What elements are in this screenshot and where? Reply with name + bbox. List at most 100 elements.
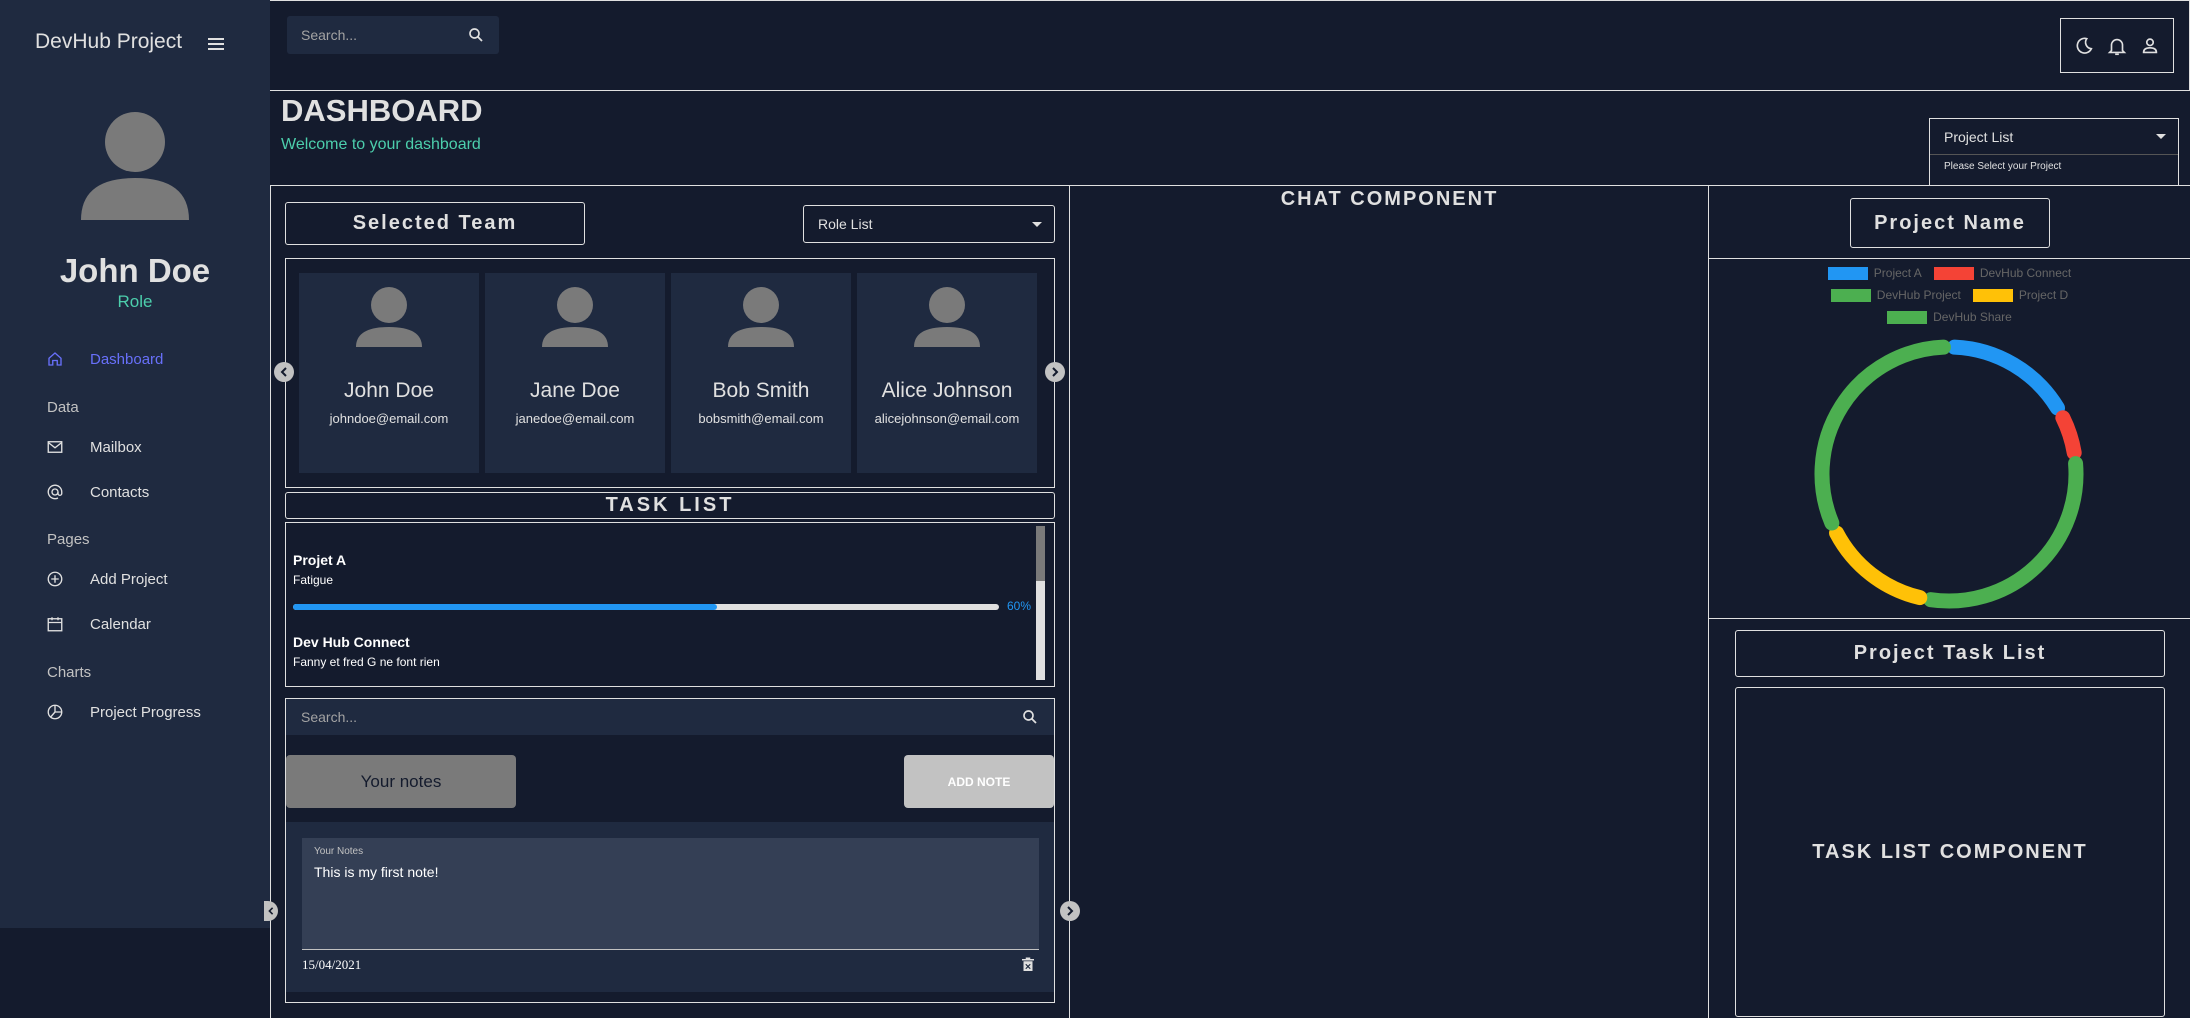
role-list-select[interactable]: Role List [803,205,1055,243]
team-member-card[interactable]: Bob Smith bobsmith@email.com [671,273,851,473]
team-member-card[interactable]: Jane Doe janedoe@email.com [485,273,665,473]
bell-icon[interactable] [2106,35,2128,57]
progress-fill [293,604,717,610]
chevron-down-icon [1032,222,1042,227]
selected-team-title: Selected Team [285,202,585,245]
carousel-next-button[interactable] [1045,362,1065,382]
page-subtitle: Welcome to your dashboard [281,136,481,153]
notes-search-input[interactable] [301,709,981,725]
project-select-helper: Please Select your Project [1944,161,2062,172]
sidebar-item-mailbox[interactable]: Mailbox [46,432,142,462]
sidebar-section-pages: Pages [47,531,90,548]
chevron-left-icon [268,907,274,915]
chevron-left-icon [280,367,287,377]
topbar-search [287,16,499,54]
carousel-prev-button[interactable] [274,362,294,382]
legend-item[interactable]: DevHub Connect [1933,266,2072,280]
chart-legend: Project A DevHub Connect DevHub Project … [1709,266,2190,324]
avatar-icon [726,285,796,355]
search-input[interactable] [301,27,461,43]
search-icon[interactable] [1021,708,1039,726]
donut-slice-project-a[interactable] [1947,339,2066,416]
donut-slice-devhub-share[interactable] [1814,339,1951,531]
legend-swatch [1972,288,2013,302]
user-avatar-icon [79,108,191,220]
task-item[interactable]: Projet A Fatigue [293,552,346,587]
project-donut-chart [1814,339,2084,609]
task-item[interactable]: Dev Hub Connect Fanny et fred G ne font … [293,634,440,669]
task-list-title: TASK LIST [285,492,1055,519]
member-name: John Doe [344,379,434,402]
menu-icon[interactable] [204,32,228,56]
home-icon [48,352,62,366]
note-textarea[interactable] [302,838,1039,950]
your-notes-button[interactable]: Your notes [286,755,516,808]
task-progress-bar [293,604,999,610]
team-member-card[interactable]: John Doe johndoe@email.com [299,273,479,473]
moon-icon[interactable] [2073,35,2095,57]
mail-icon [47,441,63,453]
project-list-select[interactable]: Project List Please Select your Project [1929,118,2179,186]
avatar-icon [354,285,424,355]
sidebar-item-contacts[interactable]: Contacts [46,477,149,507]
chat-title: CHAT COMPONENT [1280,188,1499,210]
delete-icon[interactable] [1019,956,1037,974]
donut-slice-devhub-connect[interactable] [2055,410,2082,461]
team-member-card[interactable]: Alice Johnson alicejohnson@email.com [857,273,1037,473]
user-name: John Doe [59,252,211,289]
calendar-icon [47,617,63,632]
pie-chart-icon [47,704,63,720]
task-scrollbar-thumb[interactable] [1036,526,1045,581]
task-desc: Fatigue [293,573,334,587]
legend-item[interactable]: Project D [1972,288,2069,302]
legend-item[interactable]: Project A [1827,266,1922,280]
legend-item[interactable]: DevHub Project [1830,288,1961,302]
topbar-icons [2060,18,2174,73]
chevron-down-icon [2156,134,2166,139]
member-name: Bob Smith [712,379,810,402]
search-icon[interactable] [467,26,485,44]
at-icon [47,484,63,500]
member-email: bobsmith@email.com [698,411,824,426]
add-note-button[interactable]: ADD NOTE [904,755,1054,808]
role-select-value: Role List [818,216,873,232]
donut-slice-devhub-project[interactable] [1923,456,2084,609]
legend-swatch [1887,310,1928,324]
legend-swatch [1830,288,1871,302]
task-list-placeholder: TASK LIST COMPONENT [1812,840,2088,863]
donut-slice-project-d[interactable] [1829,525,1928,606]
sidebar-item-calendar[interactable]: Calendar [46,609,151,639]
sidebar-item-project-progress[interactable]: Project Progress [46,697,201,727]
topbar [270,0,2190,91]
legend-swatch [1827,266,1868,280]
note-date: 15/04/2021 [302,957,362,972]
sidebar-item-label: Add Project [90,570,168,588]
add-circle-icon [47,571,63,587]
avatar-icon [912,285,982,355]
legend-label: DevHub Share [1933,310,2012,324]
note-text[interactable]: This is my first note! [314,864,438,880]
member-email: janedoe@email.com [515,411,635,426]
legend-item[interactable]: DevHub Share [1887,310,2012,324]
legend-label: DevHub Project [1876,288,1961,302]
person-icon[interactable] [2139,35,2161,57]
task-progress-label: 60% [1007,599,1032,613]
legend-swatch [1933,266,1974,280]
legend-label: Project D [2018,288,2069,302]
sidebar-item-add-project[interactable]: Add Project [46,564,168,594]
project-task-list-panel: TASK LIST COMPONENT [1735,687,2165,1017]
task-name: Dev Hub Connect [293,634,410,650]
chevron-right-icon [1052,367,1059,377]
note-field-label: Your Notes [314,846,364,857]
notes-search [286,699,1054,735]
sidebar-item-label: Project Progress [90,703,201,721]
page-title: DASHBOARD [281,93,483,128]
chevron-right-icon [1067,906,1074,916]
sidebar-item-dashboard[interactable]: Dashboard [46,344,163,374]
panel-resize-handle[interactable] [1060,901,1080,921]
select-underline [1930,154,2178,155]
member-email: alicejohnson@email.com [874,411,1020,426]
legend-label: DevHub Connect [1979,266,2072,280]
task-name: Projet A [293,552,347,568]
divider [1709,258,2190,259]
